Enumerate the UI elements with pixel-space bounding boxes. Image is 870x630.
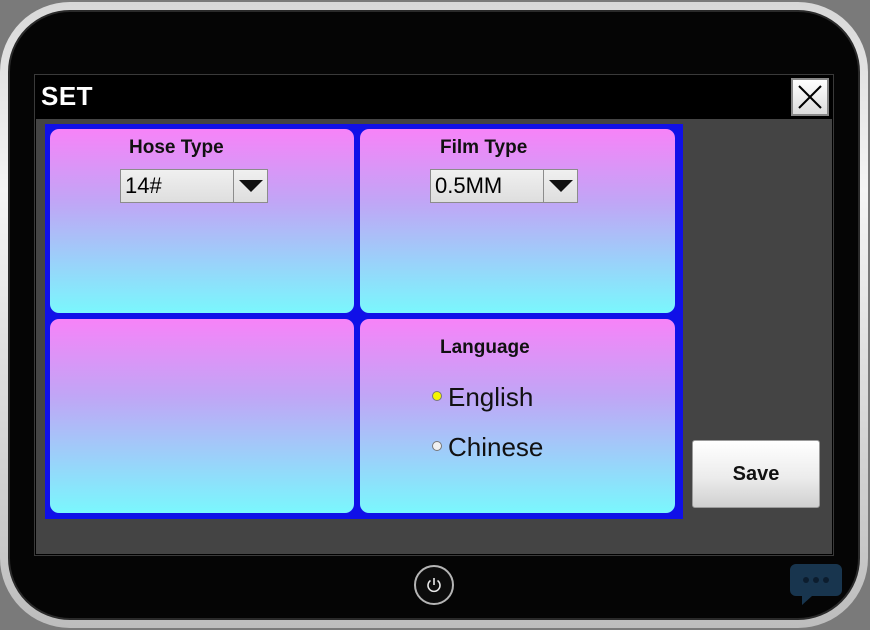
chevron-down-icon	[549, 180, 573, 192]
settings-content: Hose Type 14# Film Type 0.5MM Language E…	[36, 119, 832, 554]
empty-panel	[50, 319, 354, 513]
settings-window: SET Hose Type 14# Film Type 0.5MM Langua…	[34, 74, 834, 556]
power-icon	[427, 578, 441, 593]
power-button[interactable]	[414, 565, 454, 605]
film-type-panel: Film Type 0.5MM	[360, 129, 675, 313]
radio-checked[interactable]	[432, 391, 442, 401]
settings-grid: Hose Type 14# Film Type 0.5MM Language E…	[45, 124, 683, 519]
language-option-label: English	[448, 382, 534, 412]
film-type-dropdown[interactable]: 0.5MM	[430, 169, 578, 203]
save-button[interactable]: Save	[692, 440, 820, 508]
chat-bubble-icon	[790, 564, 842, 605]
hose-type-value: 14#	[125, 173, 162, 198]
hose-type-panel: Hose Type 14#	[50, 129, 354, 313]
film-type-heading: Film Type	[440, 137, 528, 158]
dropdown-arrow[interactable]	[543, 170, 577, 202]
dropdown-arrow[interactable]	[233, 170, 267, 202]
film-type-value: 0.5MM	[435, 173, 503, 198]
close-icon	[798, 85, 822, 109]
hose-type-dropdown[interactable]: 14#	[120, 169, 268, 203]
hose-type-heading: Hose Type	[129, 137, 224, 158]
close-button[interactable]	[791, 78, 829, 116]
language-option-label: Chinese	[448, 432, 544, 462]
window-title: SET	[41, 81, 94, 111]
radio-unchecked[interactable]	[432, 441, 442, 451]
chevron-down-icon	[239, 180, 263, 192]
language-panel: Language English Chinese	[360, 319, 675, 513]
language-heading: Language	[440, 337, 530, 358]
save-button-label: Save	[732, 463, 780, 485]
